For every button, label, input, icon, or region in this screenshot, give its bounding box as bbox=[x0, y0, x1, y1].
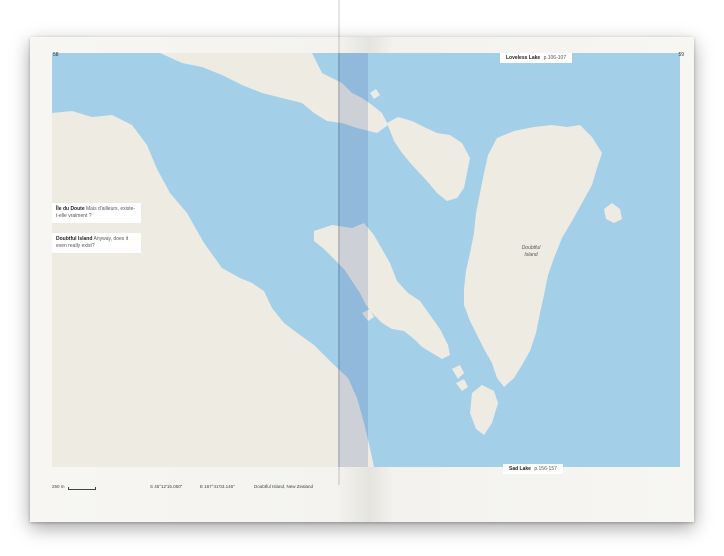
page-number-right: 59 bbox=[678, 52, 684, 58]
note-english: Doubtful Island Anyway, does it even rea… bbox=[52, 233, 141, 253]
doubtful-island-label: Doubtful Island bbox=[521, 245, 541, 258]
spine-fold bbox=[338, 53, 368, 467]
location-name: Doubtful Island, New Zealand bbox=[254, 484, 314, 489]
latitude: S 45°12'15.050" bbox=[150, 484, 183, 489]
map-image bbox=[52, 53, 680, 467]
loveless-lake-label: Loveless Lake p.106-107 bbox=[500, 53, 573, 63]
sad-lake-label: Sad Lake p.156-157 bbox=[503, 464, 563, 474]
page-number-left: 58 bbox=[53, 52, 59, 58]
loveless-lake-pages: p.106-107 bbox=[543, 55, 567, 61]
longitude: E 167°41'03.146" bbox=[200, 484, 235, 489]
sad-lake-name: Sad Lake bbox=[509, 466, 531, 472]
book-spine bbox=[338, 0, 340, 485]
scale-bar bbox=[68, 487, 96, 490]
note-french-title: Île du Doute bbox=[56, 206, 85, 212]
scale-label: 250 m bbox=[52, 484, 65, 489]
sad-lake-pages: p.156-157 bbox=[534, 466, 557, 472]
note-french: Île du Doute Mais d'ailleurs, existe-t-e… bbox=[52, 203, 141, 223]
note-english-title: Doubtful Island bbox=[56, 236, 93, 242]
loveless-lake-name: Loveless Lake bbox=[506, 55, 541, 61]
map-spread bbox=[52, 53, 680, 467]
